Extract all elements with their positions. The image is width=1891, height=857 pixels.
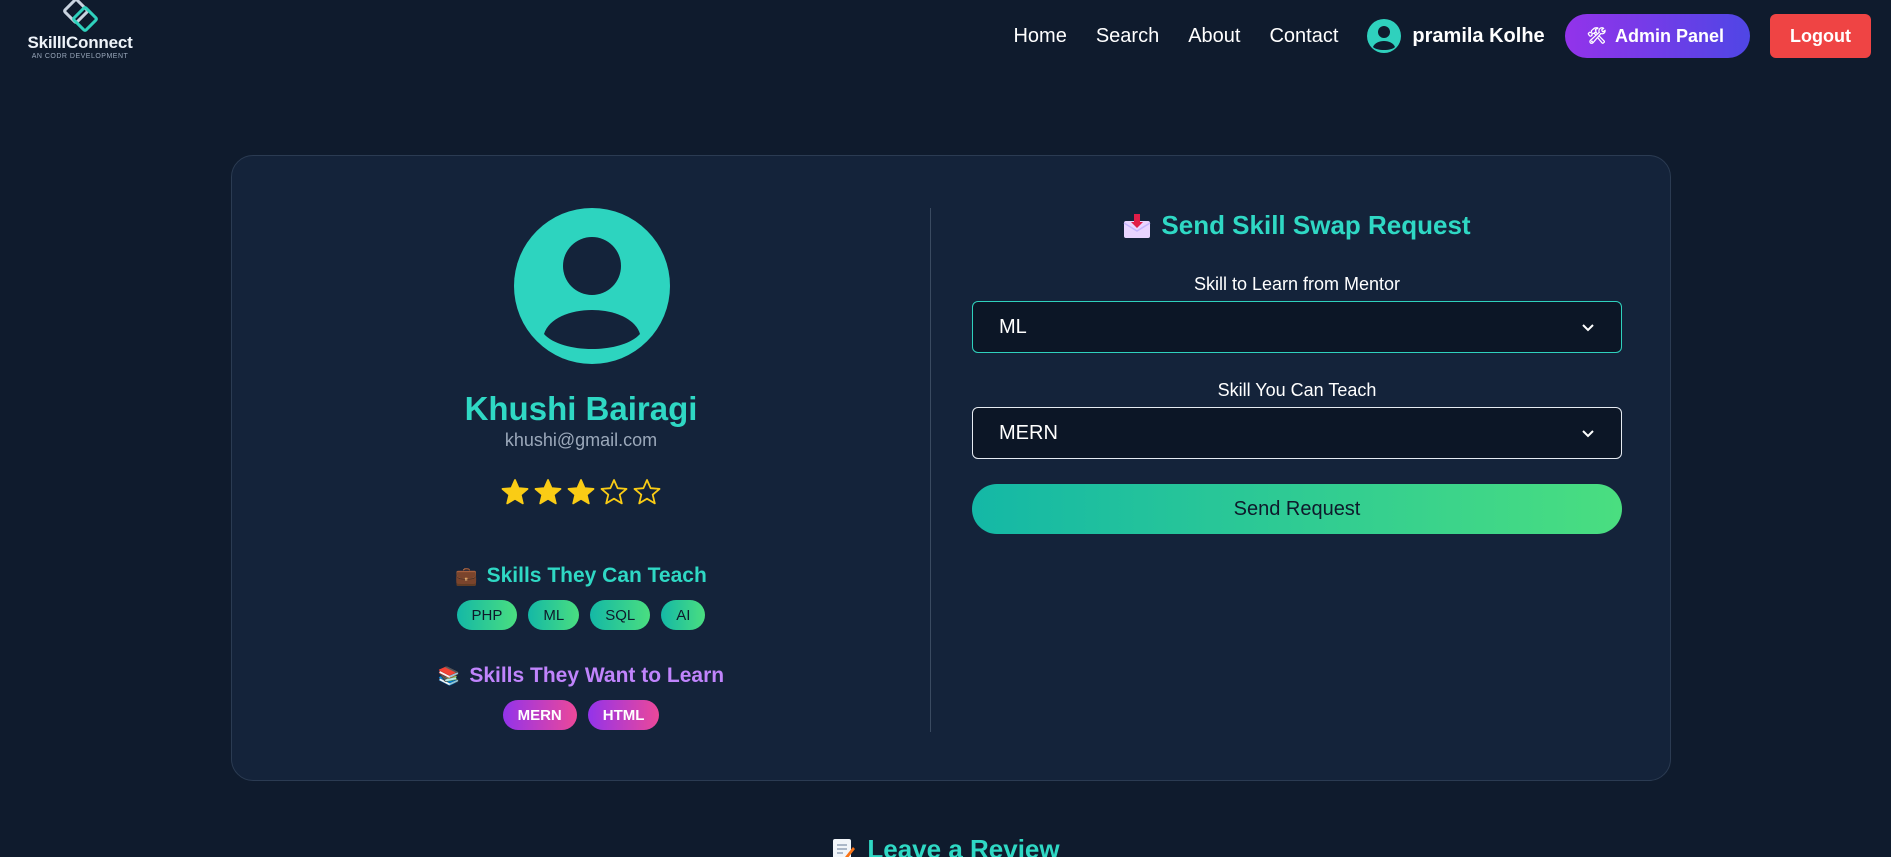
nav-menu: Home Search About Contact pramila Kolhe … bbox=[1013, 14, 1871, 58]
rating-stars bbox=[232, 478, 930, 506]
star-empty-icon bbox=[633, 479, 661, 505]
learn-skills-title: 📚 Skills They Want to Learn bbox=[232, 664, 930, 688]
star-empty-icon bbox=[600, 479, 628, 505]
logo-icon bbox=[58, 0, 102, 35]
admin-panel-label: Admin Panel bbox=[1614, 25, 1725, 46]
nav-link-search[interactable]: Search bbox=[1096, 25, 1159, 48]
brand-tagline: AN CODR DEVELOPMENT bbox=[31, 52, 129, 60]
nav-link-home[interactable]: Home bbox=[1013, 25, 1066, 48]
teach-skills-title-text: Skills They Can Teach bbox=[486, 564, 707, 587]
learn-skills-title-text: Skills They Want to Learn bbox=[469, 664, 725, 687]
mentor-email: khushi@gmail.com bbox=[504, 430, 658, 450]
learn-skill-chip: HTML bbox=[587, 700, 660, 730]
books-icon: 📚 bbox=[437, 665, 461, 686]
chevron-down-icon bbox=[1582, 430, 1594, 438]
teach-skill-label: Skill You Can Teach bbox=[1217, 380, 1377, 400]
teach-skill-chip: SQL bbox=[590, 600, 651, 630]
teach-skill-chip: ML bbox=[528, 600, 580, 630]
page: SkilllConnect AN CODR DEVELOPMENT Home S… bbox=[0, 0, 1891, 857]
swap-request-title-text: Send Skill Swap Request bbox=[1161, 210, 1471, 240]
learn-skill-chip: MERN bbox=[502, 700, 577, 730]
swap-request-form: Send Skill Swap Request Skill to Learn f… bbox=[972, 156, 1622, 782]
star-filled-icon bbox=[567, 479, 595, 505]
user-name: pramila Kolhe bbox=[1412, 24, 1545, 47]
teach-skill-chip: AI bbox=[661, 600, 706, 630]
teach-skills-list: PHP ML SQL AI bbox=[232, 600, 930, 630]
mentor-profile: Khushi Bairagi khushi@gmail.com 💼 Skills… bbox=[232, 156, 930, 782]
mentor-name: Khushi Bairagi bbox=[464, 390, 698, 427]
briefcase-icon: 💼 bbox=[455, 565, 478, 586]
navbar: SkilllConnect AN CODR DEVELOPMENT Home S… bbox=[0, 0, 1891, 72]
user-profile-chip[interactable]: pramila Kolhe bbox=[1367, 19, 1545, 53]
memo-icon bbox=[833, 838, 856, 857]
teach-skills-title: 💼 Skills They Can Teach bbox=[232, 564, 930, 588]
learn-skill-selected: ML bbox=[999, 315, 1027, 338]
swap-request-title: Send Skill Swap Request bbox=[972, 210, 1622, 241]
nav-link-about[interactable]: About bbox=[1188, 25, 1240, 48]
tools-icon: 🛠 bbox=[1586, 28, 1607, 45]
learn-skills-list: MERN HTML bbox=[232, 700, 930, 730]
teach-skill-select[interactable]: MERN bbox=[972, 407, 1622, 459]
inbox-mail-icon bbox=[1123, 213, 1151, 238]
user-avatar-icon bbox=[1367, 19, 1402, 53]
star-filled-icon bbox=[534, 479, 562, 505]
star-filled-icon bbox=[501, 479, 529, 505]
mentor-card: Khushi Bairagi khushi@gmail.com 💼 Skills… bbox=[231, 155, 1671, 781]
teach-skill-chip: PHP bbox=[456, 600, 518, 630]
leave-review-title: Leave a Review bbox=[0, 834, 1891, 857]
leave-review-title-text: Leave a Review bbox=[867, 834, 1060, 857]
learn-skill-select[interactable]: ML bbox=[972, 301, 1622, 353]
logout-button[interactable]: Logout bbox=[1770, 14, 1871, 58]
brand-logo[interactable]: SkilllConnect AN CODR DEVELOPMENT bbox=[27, 0, 133, 60]
card-divider bbox=[930, 208, 931, 732]
learn-skill-label: Skill to Learn from Mentor bbox=[1193, 274, 1401, 294]
send-request-button[interactable]: Send Request bbox=[972, 484, 1622, 534]
chevron-down-icon bbox=[1582, 324, 1594, 332]
mentor-avatar-icon bbox=[514, 208, 670, 364]
admin-panel-button[interactable]: 🛠 Admin Panel bbox=[1564, 14, 1751, 58]
teach-skill-selected: MERN bbox=[999, 421, 1058, 444]
nav-link-contact[interactable]: Contact bbox=[1269, 25, 1338, 48]
brand-name: SkilllConnect bbox=[27, 32, 133, 52]
